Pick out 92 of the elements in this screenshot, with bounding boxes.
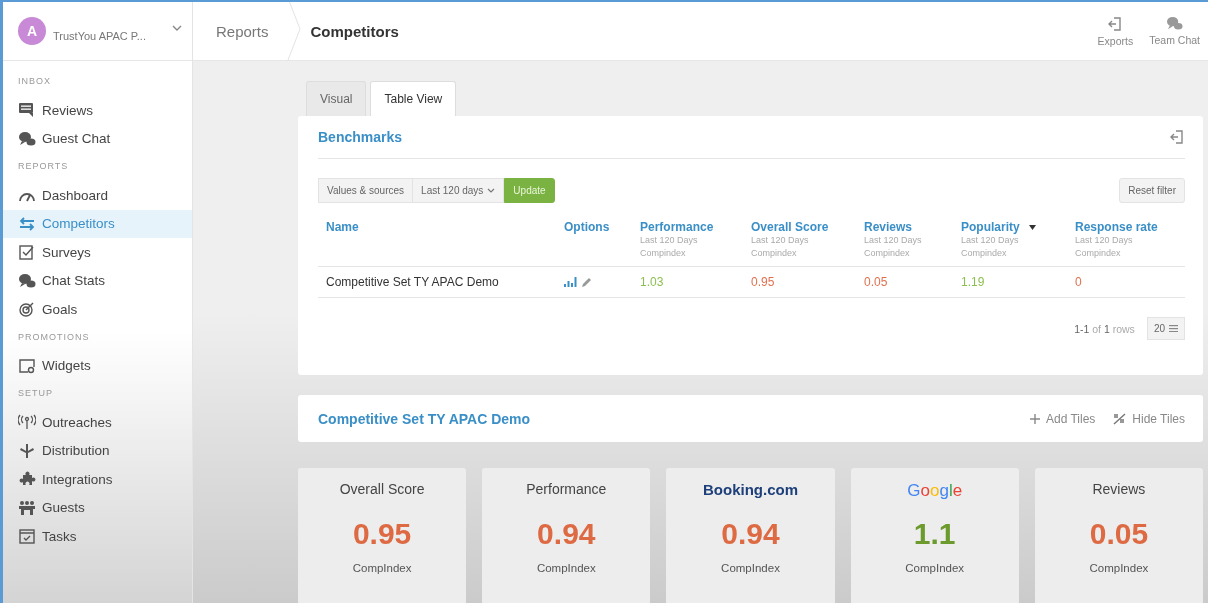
section-heading: SETUP [17, 387, 54, 400]
sidebar-item[interactable]: Outreaches [3, 408, 192, 437]
period-dropdown[interactable]: Last 120 days [413, 178, 505, 203]
column-subtitle: Compindex [751, 247, 797, 260]
page-title: Competitors [309, 22, 400, 40]
panel-title: Benchmarks [318, 129, 403, 145]
column-header[interactable]: Response rate [1075, 220, 1158, 234]
tile-title: Reviews [1092, 481, 1146, 499]
tile-value: 1.1 [913, 517, 956, 551]
list-icon [1169, 325, 1178, 332]
column-subtitle: Compindex [864, 247, 910, 260]
column-header[interactable]: Popularity [961, 220, 1036, 234]
sidebar-item[interactable]: Competitors [3, 209, 192, 238]
caret-icon [487, 188, 496, 193]
table-cell-text: 0.95 [751, 275, 776, 289]
tile-unit: CompIndex [721, 562, 780, 574]
swap-arrows-icon [18, 215, 36, 232]
section-heading: PROMOTIONS [17, 330, 91, 344]
add-tiles-button[interactable]: Add Tiles [1029, 411, 1096, 426]
sort-desc-icon [1028, 225, 1036, 231]
tile-unit: CompIndex [1089, 562, 1149, 574]
column-subtitle: Compindex [961, 247, 1007, 260]
sidebar-item[interactable]: Surveys [3, 238, 192, 267]
exports-button[interactable]: Exports [1095, 15, 1136, 47]
section-heading: REPORTS [17, 160, 70, 173]
target-icon [18, 301, 36, 318]
account-name[interactable]: TrustYou APAC P... [53, 30, 165, 42]
sidebar-item[interactable]: Guest Chat [3, 124, 192, 153]
calendar-check-icon [18, 528, 36, 545]
table-cell-text: 1.19 [961, 275, 986, 289]
sidebar-item[interactable]: Goals [3, 295, 192, 324]
column-subtitle: Last 120 Days [751, 234, 809, 247]
sidebar-item[interactable]: Tasks [3, 522, 192, 551]
pagination-info: 1-1 of 1 rows [1074, 322, 1135, 335]
sidebar-item[interactable]: Distribution [3, 436, 192, 465]
sidebar-item[interactable]: Guests [3, 493, 192, 522]
sidebar-item[interactable]: Chat Stats [3, 266, 192, 295]
reset-filter-button[interactable]: Reset filter [1119, 178, 1185, 203]
table-cell-text: Competitive Set TY APAC Demo [326, 275, 500, 289]
column-subtitle: Last 120 Days [640, 234, 698, 247]
speech-bubble-icon [18, 102, 36, 119]
chat-bubbles-icon [18, 272, 36, 289]
section-title: Competitive Set TY APAC Demo [318, 410, 531, 427]
chat-bubbles-icon [1166, 15, 1184, 31]
page-size-button[interactable]: 20 [1146, 317, 1185, 340]
table-cell-text: 1.03 [640, 275, 665, 289]
bar-chart-icon[interactable] [564, 277, 577, 287]
people-icon [18, 499, 36, 516]
breadcrumb-link[interactable]: Reports [193, 22, 287, 40]
tile-unit: CompIndex [352, 562, 412, 574]
column-header[interactable]: Options [564, 220, 610, 234]
tile-value: 0.94 [721, 517, 780, 551]
sidebar-item[interactable]: Integrations [3, 465, 192, 494]
team-chat-button[interactable]: Team Chat [1147, 15, 1202, 47]
sidebar-item[interactable]: Widgets [3, 351, 192, 380]
pencil-icon[interactable] [581, 276, 592, 288]
column-header[interactable]: Overall Score [751, 220, 829, 234]
window-gear-icon [18, 357, 36, 374]
hide-tiles-button[interactable]: Hide Tiles [1113, 411, 1185, 426]
crossed-tiles-icon [1113, 412, 1127, 425]
tile-value: 0.95 [352, 517, 412, 551]
column-header[interactable]: Performance [640, 220, 714, 234]
column-subtitle: Last 120 Days [961, 234, 1019, 247]
view-tab[interactable]: Visual [306, 81, 367, 116]
plus-icon [1029, 413, 1040, 424]
sidebar-item[interactable]: Dashboard [3, 181, 192, 210]
chevron-down-icon[interactable] [172, 25, 182, 31]
view-tab[interactable]: Table View [370, 81, 457, 116]
antenna-icon [18, 414, 36, 431]
export-icon [1107, 15, 1124, 32]
brand-logo: Google [907, 481, 963, 501]
tile-unit: CompIndex [536, 562, 596, 574]
column-header[interactable]: Name [326, 220, 359, 234]
tile-value: 0.94 [537, 517, 596, 551]
tile-title: Overall Score [339, 481, 425, 499]
column-header[interactable]: Reviews [864, 220, 913, 234]
sidebar-item[interactable]: Reviews [3, 96, 192, 125]
puzzle-icon [18, 471, 36, 488]
table-cell-text: 0 [1075, 275, 1083, 289]
tile-unit: CompIndex [905, 562, 965, 574]
column-subtitle: Compindex [1075, 247, 1121, 260]
column-subtitle: Compindex [640, 247, 686, 260]
tile-title: Performance [526, 481, 607, 499]
brand-logo: Booking.com [703, 481, 798, 500]
chat-bubbles-icon [18, 130, 36, 147]
column-subtitle: Last 120 Days [1075, 234, 1133, 247]
values-sources-button[interactable]: Values & sources [318, 178, 414, 203]
column-subtitle: Last 120 Days [864, 234, 922, 247]
section-heading: INBOX [17, 75, 52, 88]
export-icon[interactable] [1169, 129, 1185, 145]
tile-value: 0.05 [1089, 517, 1149, 551]
table-cell-text: 0.05 [864, 275, 889, 289]
